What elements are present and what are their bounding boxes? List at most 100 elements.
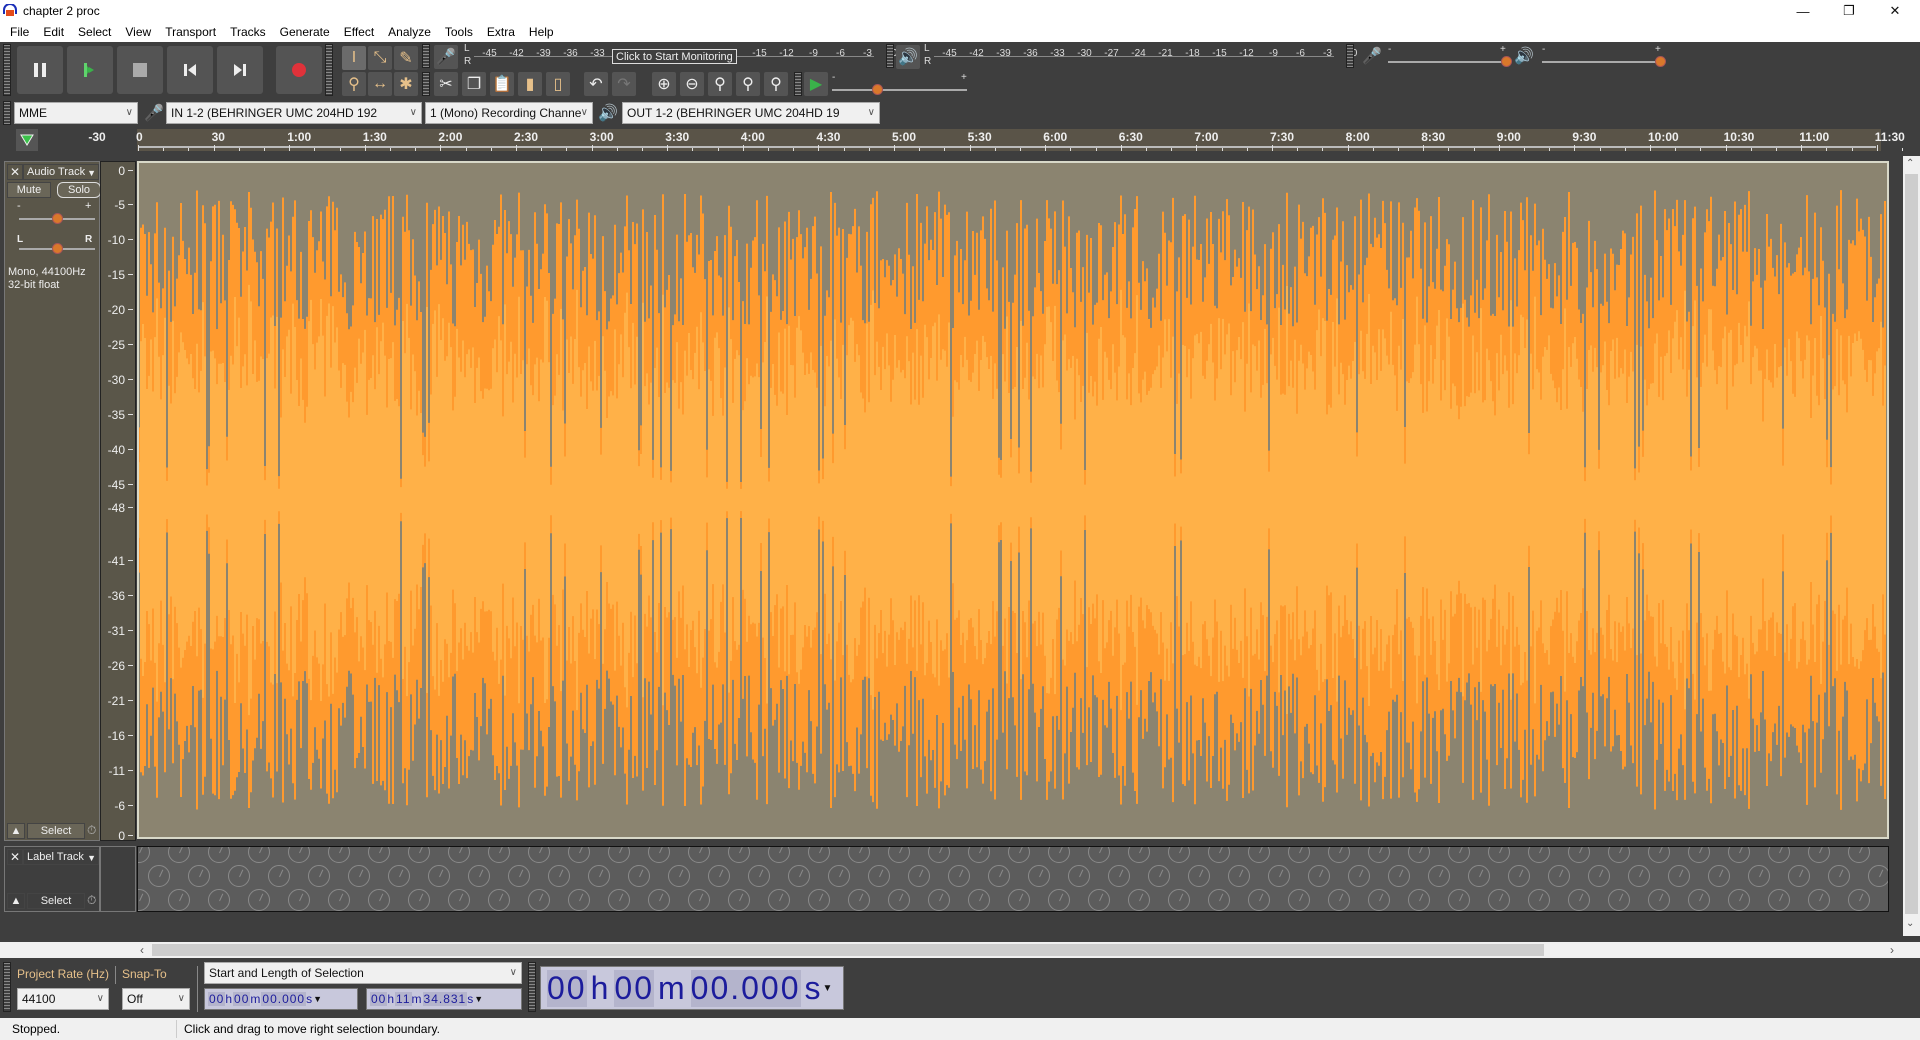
play-region-bar[interactable] bbox=[138, 146, 1876, 148]
multi-tool-button[interactable]: ✱ bbox=[394, 72, 418, 96]
recording-volume-knob[interactable] bbox=[1501, 56, 1512, 67]
skip-to-start-button[interactable] bbox=[167, 46, 213, 94]
trim-audio-button[interactable]: ▮ bbox=[518, 72, 542, 96]
project-rate-select[interactable]: 44100 ∨ bbox=[17, 988, 109, 1010]
menu-analyze[interactable]: Analyze bbox=[381, 22, 438, 42]
zoom-out-button[interactable]: ⊖ bbox=[680, 72, 704, 96]
play-at-speed-grip[interactable] bbox=[794, 72, 802, 96]
playback-meter-button[interactable]: 🔊 bbox=[896, 45, 920, 69]
scroll-right-icon[interactable]: › bbox=[1890, 943, 1894, 957]
audio-host-select[interactable]: MME ∨ bbox=[14, 102, 138, 124]
menu-file[interactable]: File bbox=[3, 22, 36, 42]
menu-generate[interactable]: Generate bbox=[273, 22, 337, 42]
selection-tool-button[interactable]: I bbox=[342, 46, 366, 70]
play-speed-slider[interactable] bbox=[832, 89, 967, 91]
snap-to-select[interactable]: Off ∨ bbox=[122, 988, 190, 1010]
collapse-track-button[interactable]: ▲ bbox=[7, 823, 25, 839]
mixer-toolbar-grip[interactable] bbox=[1346, 44, 1354, 68]
solo-button[interactable]: Solo bbox=[57, 182, 101, 198]
horizontal-scroll-thumb[interactable] bbox=[152, 944, 1544, 956]
paste-button[interactable]: 📋 bbox=[490, 72, 514, 96]
playback-volume-slider[interactable] bbox=[1542, 61, 1660, 63]
audio-position-time[interactable]: 00 h 00 m 00.000 s ▼ bbox=[540, 966, 844, 1010]
stop-button[interactable] bbox=[117, 46, 163, 94]
vertical-scrollbar[interactable]: ⌃ ⌄ bbox=[1903, 156, 1920, 936]
cut-button[interactable]: ✂ bbox=[434, 72, 458, 96]
zoom-toggle-button[interactable]: ⚲ bbox=[764, 72, 788, 96]
clock-pattern-icon bbox=[948, 865, 970, 887]
menu-edit[interactable]: Edit bbox=[36, 22, 71, 42]
collapse-label-track-button[interactable]: ▲ bbox=[7, 893, 25, 909]
copy-button[interactable]: ❐ bbox=[462, 72, 486, 96]
silence-audio-button[interactable]: ▯ bbox=[546, 72, 570, 96]
menu-help[interactable]: Help bbox=[522, 22, 561, 42]
recording-volume-slider[interactable] bbox=[1388, 61, 1506, 63]
envelope-tool-button[interactable]: ⤡ bbox=[368, 46, 392, 70]
edit-toolbar-grip[interactable] bbox=[422, 72, 430, 96]
vertical-scroll-thumb[interactable] bbox=[1905, 174, 1918, 914]
time-toolbar-grip[interactable] bbox=[528, 962, 536, 1012]
pan-knob[interactable] bbox=[52, 243, 63, 254]
menu-transport[interactable]: Transport bbox=[158, 22, 223, 42]
playback-meter-grip[interactable] bbox=[886, 44, 894, 68]
menu-select[interactable]: Select bbox=[71, 22, 118, 42]
draw-tool-button[interactable]: ✎ bbox=[394, 46, 418, 70]
menu-effect[interactable]: Effect bbox=[337, 22, 381, 42]
label-track-lane[interactable] bbox=[137, 846, 1889, 912]
pinned-play-head-button[interactable] bbox=[16, 129, 38, 151]
record-button[interactable] bbox=[276, 46, 322, 94]
selection-start-time[interactable]: 00 h 00 m 00.000 s ▼ bbox=[204, 988, 358, 1010]
menu-extra[interactable]: Extra bbox=[480, 22, 522, 42]
select-track-button[interactable]: Select bbox=[27, 823, 85, 839]
clock-pattern-icon bbox=[1068, 865, 1090, 887]
timeline-ruler[interactable]: -30 0 30 1:00 1:30 2:00 2:30 3:00 3:30 4:00 4:30 5:… bbox=[0, 127, 1905, 153]
device-toolbar-grip[interactable] bbox=[3, 101, 11, 125]
time-format-menu-icon[interactable]: ▼ bbox=[313, 994, 323, 1004]
recording-device-select[interactable]: IN 1-2 (BEHRINGER UMC 204HD 192 ∨ bbox=[166, 102, 422, 124]
select-label-track-button[interactable]: Select bbox=[27, 893, 85, 909]
close-button[interactable]: ✕ bbox=[1872, 0, 1918, 22]
pause-button[interactable] bbox=[17, 46, 63, 94]
close-track-button[interactable]: ✕ bbox=[7, 164, 23, 180]
fit-project-button[interactable]: ⚲ bbox=[736, 72, 760, 96]
mute-button[interactable]: Mute bbox=[7, 182, 51, 198]
playback-device-select[interactable]: OUT 1-2 (BEHRINGER UMC 204HD 19 ∨ bbox=[622, 102, 880, 124]
scroll-down-icon[interactable]: ⌄ bbox=[1906, 918, 1914, 929]
selection-length-time[interactable]: 00 h 11 m 34.831 s ▼ bbox=[366, 988, 522, 1010]
scroll-up-icon[interactable]: ⌃ bbox=[1906, 158, 1914, 169]
scroll-left-icon[interactable]: ‹ bbox=[140, 943, 144, 957]
start-monitoring-button[interactable]: Click to Start Monitoring bbox=[612, 49, 737, 64]
redo-button[interactable]: ↷ bbox=[612, 72, 636, 96]
menu-tools[interactable]: Tools bbox=[438, 22, 480, 42]
playback-volume-knob[interactable] bbox=[1655, 56, 1666, 67]
waveform[interactable] bbox=[137, 161, 1889, 839]
recording-meter-grip[interactable] bbox=[422, 44, 430, 68]
vertical-db-ruler[interactable]: 0 -5 -10 -15 -20 -25 -30 -35 -40 -45 -48 -41 -36 -31 -… bbox=[100, 161, 136, 843]
transport-toolbar-grip[interactable] bbox=[3, 44, 11, 96]
close-label-track-button[interactable]: ✕ bbox=[7, 849, 23, 865]
menu-tracks[interactable]: Tracks bbox=[223, 22, 273, 42]
time-format-menu-icon[interactable]: ▼ bbox=[474, 994, 484, 1004]
zoom-in-button[interactable]: ⊕ bbox=[652, 72, 676, 96]
time-format-menu-icon[interactable]: ▼ bbox=[823, 983, 835, 994]
restore-button[interactable]: ❐ bbox=[1826, 0, 1872, 22]
skip-to-end-button[interactable] bbox=[217, 46, 263, 94]
undo-button[interactable]: ↶ bbox=[584, 72, 608, 96]
time-shift-tool-button[interactable]: ↔ bbox=[368, 72, 392, 96]
minimize-button[interactable]: — bbox=[1780, 0, 1826, 22]
zoom-tool-button[interactable]: ⚲ bbox=[342, 72, 366, 96]
selection-toolbar-grip[interactable] bbox=[3, 962, 11, 1012]
play-button[interactable] bbox=[67, 46, 113, 94]
selection-mode-select[interactable]: Start and Length of Selection ∨ bbox=[204, 962, 522, 984]
menu-view[interactable]: View bbox=[118, 22, 158, 42]
gain-knob[interactable] bbox=[52, 213, 63, 224]
tools-toolbar-grip[interactable] bbox=[325, 44, 333, 96]
fit-selection-button[interactable]: ⚲ bbox=[708, 72, 732, 96]
play-at-speed-button[interactable]: ▶ bbox=[804, 72, 828, 96]
recording-meter-button[interactable]: 🎤 bbox=[434, 45, 458, 69]
recording-channels-select[interactable]: 1 (Mono) Recording Channе ∨ bbox=[425, 102, 593, 124]
label-track-menu-button[interactable]: Label Track ▼ bbox=[23, 849, 99, 865]
play-speed-knob[interactable] bbox=[871, 84, 883, 95]
horizontal-scrollbar[interactable]: ‹ › bbox=[0, 942, 1920, 958]
track-menu-button[interactable]: Audio Track ▼ bbox=[23, 164, 99, 180]
